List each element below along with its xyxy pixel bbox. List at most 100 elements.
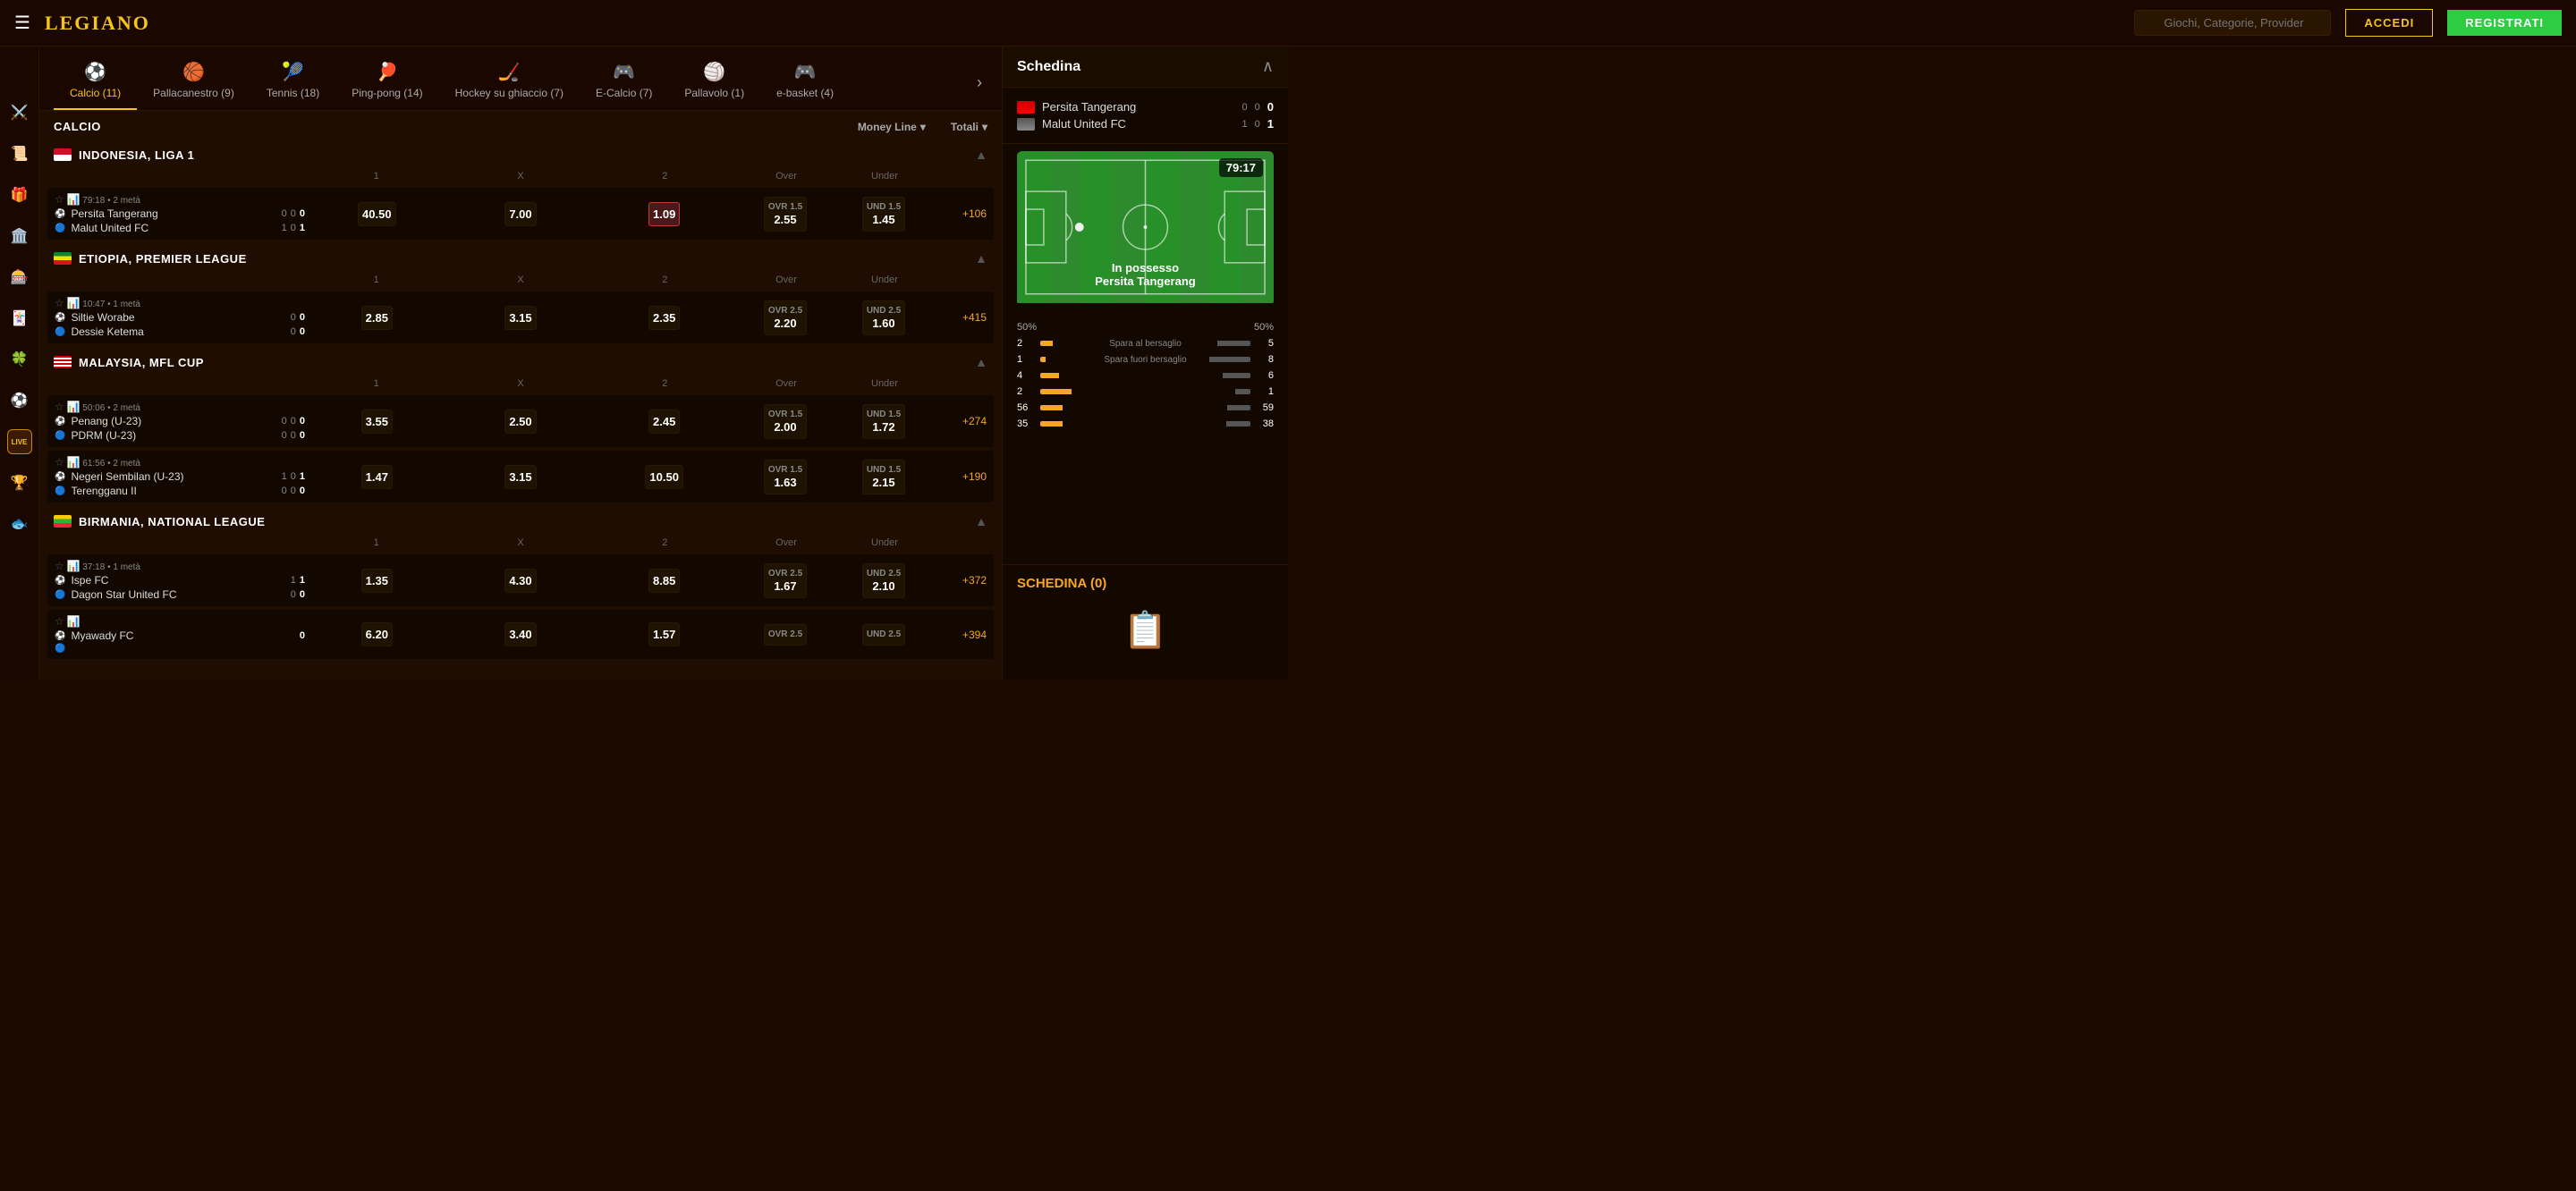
tab-ecalcio[interactable]: 🎮 E-Calcio (7)	[580, 55, 668, 110]
sidebar-icon-sports[interactable]: ⚽	[7, 388, 32, 413]
table-row: ☆ 📊 61:56 • 2 metà ⚽ Negeri Sembilan (U-…	[47, 450, 995, 503]
flag-malaysia	[54, 356, 72, 368]
stats-row-5: 35 38	[1017, 418, 1274, 429]
stats-icon[interactable]: 📊	[67, 401, 80, 413]
tab-pallacanestro[interactable]: 🏀 Pallacanestro (9)	[137, 55, 250, 110]
stats-icon[interactable]: 📊	[67, 193, 80, 206]
stats-panel: 50% 50% 2 Spara al bersaglio 5 1	[1003, 313, 1288, 443]
football-field: 79:17 In possesso Persita Tangerang	[1017, 151, 1274, 306]
sidebar-icon-clover[interactable]: 🍀	[7, 347, 32, 372]
hamburger-menu[interactable]: ☰	[14, 12, 30, 34]
field-timer: 79:17	[1219, 158, 1263, 177]
register-button[interactable]: REGISTRATI	[2447, 10, 2562, 36]
odd-btn-2[interactable]: 8.85	[648, 569, 680, 593]
stat-bar-right-5	[1226, 421, 1250, 427]
odd-btn-x[interactable]: 4.30	[504, 569, 536, 593]
league-indonesia: INDONESIA, LIGA 1 ▲ 1X2OverUnder ☆ 📊 79:…	[47, 139, 995, 241]
stats-icon[interactable]: 📊	[67, 615, 80, 628]
odd-btn-2[interactable]: 2.45	[648, 410, 680, 434]
more-odds-btn[interactable]: +372	[933, 574, 987, 587]
team-row-1: Persita Tangerang 0 0 0	[1017, 100, 1274, 114]
over-btn[interactable]: OVR 2.5 2.20	[764, 300, 807, 335]
tab-tennis[interactable]: 🎾 Tennis (18)	[250, 55, 335, 110]
tab-hockey[interactable]: 🏒 Hockey su ghiaccio (7)	[439, 55, 580, 110]
odd-btn-1[interactable]: 2.85	[361, 306, 393, 330]
sidebar-icon-casino[interactable]: 🏛️	[7, 224, 32, 249]
search-input[interactable]	[2134, 10, 2331, 36]
more-odds-btn[interactable]: +106	[933, 207, 987, 220]
stats-icon[interactable]: 📊	[67, 456, 80, 469]
sidebar-icon-gift[interactable]: 🎁	[7, 182, 32, 207]
over-btn[interactable]: OVR 1.5 1.63	[764, 460, 807, 494]
odd-btn-1[interactable]: 1.35	[361, 569, 393, 593]
login-button[interactable]: ACCEDI	[2345, 9, 2433, 37]
odd-btn-2[interactable]: 10.50	[645, 465, 683, 489]
stat-bar-left-3	[1040, 389, 1072, 394]
more-odds-btn[interactable]: +274	[933, 415, 987, 427]
stats-row-1: 1 Spara fuori bersaglio 8	[1017, 354, 1274, 365]
odd-btn-1[interactable]: 40.50	[358, 202, 396, 226]
odd-btn-1[interactable]: 6.20	[361, 622, 393, 646]
favorite-star[interactable]: ☆	[55, 297, 64, 309]
totali-selector[interactable]: Totali ▾	[951, 121, 987, 133]
sidebar-icon-live[interactable]: LIVE	[7, 429, 32, 454]
over-btn[interactable]: OVR 1.5 2.00	[764, 404, 807, 439]
site-logo: LEGIANO	[45, 12, 2120, 35]
under-btn[interactable]: UND 1.5 2.15	[862, 460, 905, 494]
etiopia-collapse[interactable]: ▲	[975, 251, 987, 266]
field-possession: In possesso Persita Tangerang	[1095, 261, 1195, 288]
malaysia-collapse[interactable]: ▲	[975, 355, 987, 369]
sidebar-icon-scroll[interactable]: 📜	[7, 141, 32, 166]
odd-btn-x[interactable]: 3.40	[504, 622, 536, 646]
odd-btn-x[interactable]: 3.15	[504, 465, 536, 489]
score-val-1-set: 0	[1242, 102, 1248, 113]
under-btn[interactable]: UND 1.5 1.45	[862, 197, 905, 232]
sidebar-icon-fish[interactable]: 🐟	[7, 511, 32, 536]
odd-btn-2[interactable]: 2.35	[648, 306, 680, 330]
sidebar-icon-swords[interactable]: ⚔️	[7, 100, 32, 125]
sidebar-icon-slots[interactable]: 🎰	[7, 265, 32, 290]
tab-pingpong[interactable]: 🏓 Ping-pong (14)	[335, 55, 438, 110]
stat-bar-left-4	[1040, 405, 1063, 410]
league-malaysia: MALAYSIA, MFL CUP ▲ 1X2OverUnder ☆ 📊 50:…	[47, 346, 995, 503]
tab-scroll-right[interactable]: ›	[971, 68, 987, 97]
favorite-star[interactable]: ☆	[55, 401, 64, 413]
odd-btn-x[interactable]: 7.00	[504, 202, 536, 226]
money-line-selector[interactable]: Money Line ▾	[858, 121, 926, 133]
more-odds-btn[interactable]: +415	[933, 311, 987, 324]
odd-btn-1[interactable]: 3.55	[361, 410, 393, 434]
stats-icon[interactable]: 📊	[67, 297, 80, 309]
odd-btn-2[interactable]: 1.09	[648, 202, 680, 226]
under-btn[interactable]: UND 2.5 1.60	[862, 300, 905, 335]
under-btn[interactable]: UND 1.5 1.72	[862, 404, 905, 439]
odd-btn-1[interactable]: 1.47	[361, 465, 393, 489]
more-odds-btn[interactable]: +394	[933, 629, 987, 641]
favorite-star[interactable]: ☆	[55, 456, 64, 469]
etiopia-title: ETIOPIA, PREMIER LEAGUE	[79, 252, 968, 266]
favorite-star[interactable]: ☆	[55, 615, 64, 628]
more-odds-btn[interactable]: +190	[933, 470, 987, 483]
over-btn[interactable]: OVR 2.5	[764, 624, 807, 646]
under-btn[interactable]: UND 2.5	[862, 624, 905, 646]
under-btn[interactable]: UND 2.5 2.10	[862, 563, 905, 598]
tab-calcio[interactable]: ⚽ Calcio (11)	[54, 55, 137, 110]
schedina-close-btn[interactable]: ∧	[1262, 57, 1274, 76]
score-val-2-period: 0	[1255, 119, 1260, 130]
tab-ebasket[interactable]: 🎮 e-basket (4)	[760, 55, 850, 110]
over-btn[interactable]: OVR 1.5 2.55	[764, 197, 807, 232]
stats-row-0: 2 Spara al bersaglio 5	[1017, 338, 1274, 349]
indonesia-collapse[interactable]: ▲	[975, 148, 987, 162]
birmania-collapse[interactable]: ▲	[975, 514, 987, 528]
favorite-star[interactable]: ☆	[55, 193, 64, 206]
tab-pallavolo[interactable]: 🏐 Pallavolo (1)	[668, 55, 760, 110]
odd-btn-2[interactable]: 1.57	[648, 622, 680, 646]
favorite-star[interactable]: ☆	[55, 560, 64, 572]
stats-icon[interactable]: 📊	[67, 560, 80, 572]
odd-btn-x[interactable]: 3.15	[504, 306, 536, 330]
sidebar-icon-trophy[interactable]: 🏆	[7, 470, 32, 495]
over-btn[interactable]: OVR 2.5 1.67	[764, 563, 807, 598]
sidebar-icon-cards[interactable]: 🃏	[7, 306, 32, 331]
odd-btn-x[interactable]: 2.50	[504, 410, 536, 434]
etiopia-col-headers: 1X2OverUnder	[47, 271, 995, 289]
schedina-count: SCHEDINA (0)	[1017, 576, 1106, 591]
